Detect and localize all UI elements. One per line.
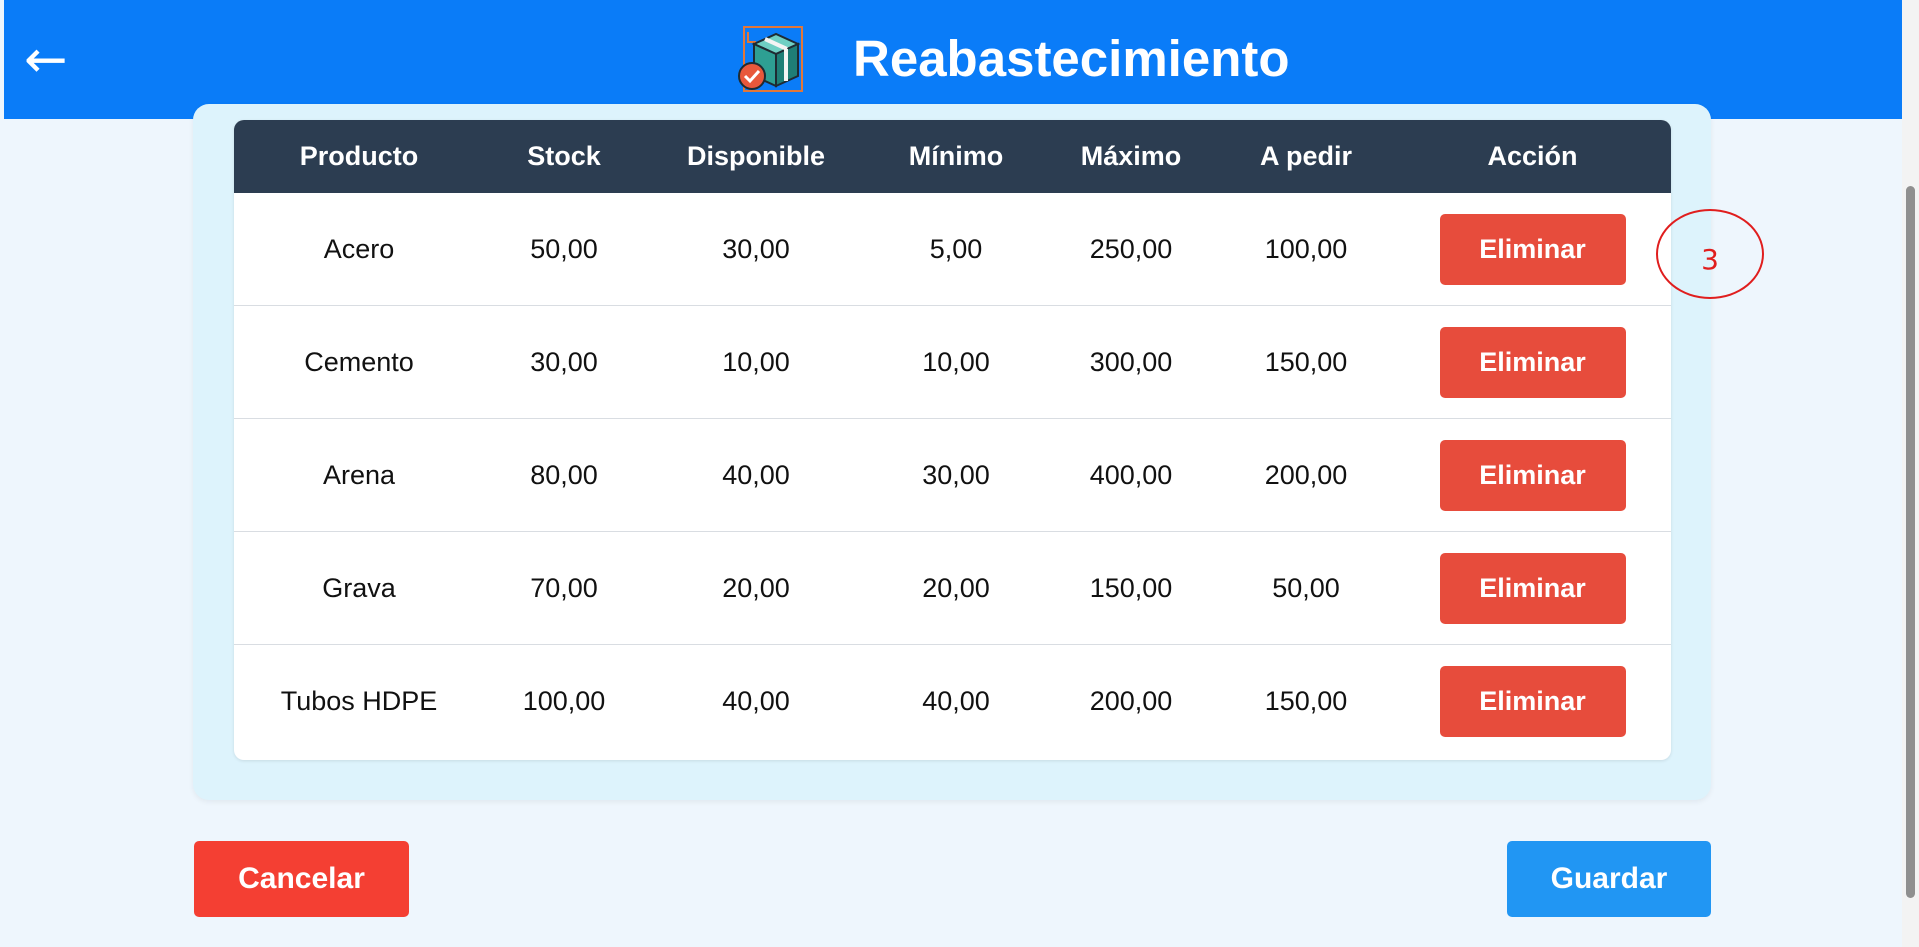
column-header-maximo: Máximo [1080, 141, 1182, 171]
cell-stock: 100,00 [522, 686, 606, 716]
delete-button[interactable]: Eliminar [1439, 552, 1626, 624]
cell-available: 40,00 [722, 459, 790, 490]
column-header-producto: Producto [299, 141, 419, 171]
cell-available: 30,00 [722, 233, 790, 264]
cell-stock: 50,00 [530, 233, 598, 264]
delete-button[interactable]: Eliminar [1439, 666, 1626, 737]
cell-to-order: 50,00 [1272, 572, 1340, 603]
cell-product: Tubos HDPE [280, 686, 438, 716]
cell-product: Acero [323, 233, 395, 264]
cell-product: Cemento [304, 346, 414, 377]
cell-available: 40,00 [722, 686, 790, 716]
table-row: Grava 70,00 20,00 20,00 150,00 50,00 Eli… [234, 532, 1671, 645]
cell-action: Eliminar [1394, 439, 1671, 511]
vertical-scrollbar[interactable] [1902, 0, 1919, 947]
cell-stock: 70,00 [530, 572, 598, 603]
cell-product: Arena [322, 459, 396, 490]
cell-to-order: 100,00 [1264, 233, 1348, 264]
cell-max: 400,00 [1089, 459, 1173, 490]
annotation-circle: 3 [1656, 209, 1764, 299]
column-header-minimo: Mínimo [908, 141, 1004, 171]
table-row: Cemento 30,00 10,00 10,00 300,00 150,00 … [234, 306, 1671, 419]
cell-max: 250,00 [1089, 233, 1173, 264]
app-header: ← Reabastecimiento [4, 0, 1902, 119]
cancel-button[interactable]: Cancelar [194, 841, 409, 917]
delete-button[interactable]: Eliminar [1439, 213, 1626, 285]
cell-action: Eliminar [1394, 666, 1671, 737]
cell-action: Eliminar [1394, 213, 1671, 285]
cell-to-order: 150,00 [1264, 686, 1348, 716]
back-arrow-icon[interactable]: ← [24, 30, 68, 90]
cell-min: 20,00 [922, 572, 990, 603]
scrollbar-thumb[interactable] [1906, 186, 1915, 898]
column-header-accion: Acción [1487, 141, 1578, 171]
column-header-stock: Stock [527, 141, 601, 171]
cell-stock: 80,00 [530, 459, 598, 490]
cell-to-order: 150,00 [1264, 346, 1348, 377]
delete-button[interactable]: Eliminar [1439, 326, 1626, 398]
cell-min: 30,00 [922, 459, 990, 490]
cell-max: 200,00 [1089, 686, 1173, 716]
cell-action: Eliminar [1394, 326, 1671, 398]
delete-button[interactable]: Eliminar [1439, 439, 1626, 511]
table-row: Acero 50,00 30,00 5,00 250,00 100,00 Eli… [234, 193, 1671, 306]
column-header-a-pedir: A pedir [1259, 141, 1352, 171]
page-title: Reabastecimiento [853, 30, 1290, 87]
table-row: Tubos HDPE 100,00 40,00 40,00 200,00 150… [234, 645, 1671, 758]
cell-available: 10,00 [722, 346, 790, 377]
cell-available: 20,00 [722, 572, 790, 603]
restock-table: Producto Stock Disponible Mínimo Máximo … [234, 120, 1671, 760]
cell-min: 10,00 [922, 346, 990, 377]
cell-product: Grava [322, 572, 396, 603]
cell-to-order: 200,00 [1264, 459, 1348, 490]
table-header: Producto Stock Disponible Mínimo Máximo … [234, 120, 1671, 193]
cell-max: 300,00 [1089, 346, 1173, 377]
annotation-number: 3 [1701, 242, 1719, 276]
cell-action: Eliminar [1394, 552, 1671, 624]
cell-stock: 30,00 [530, 346, 598, 377]
save-button[interactable]: Guardar [1507, 841, 1711, 917]
cell-min: 40,00 [922, 686, 990, 716]
column-header-disponible: Disponible [686, 141, 825, 171]
table-row: Arena 80,00 40,00 30,00 400,00 200,00 El… [234, 419, 1671, 532]
box-restock-icon [738, 26, 803, 92]
cell-max: 150,00 [1089, 572, 1173, 603]
cell-min: 5,00 [929, 233, 983, 264]
